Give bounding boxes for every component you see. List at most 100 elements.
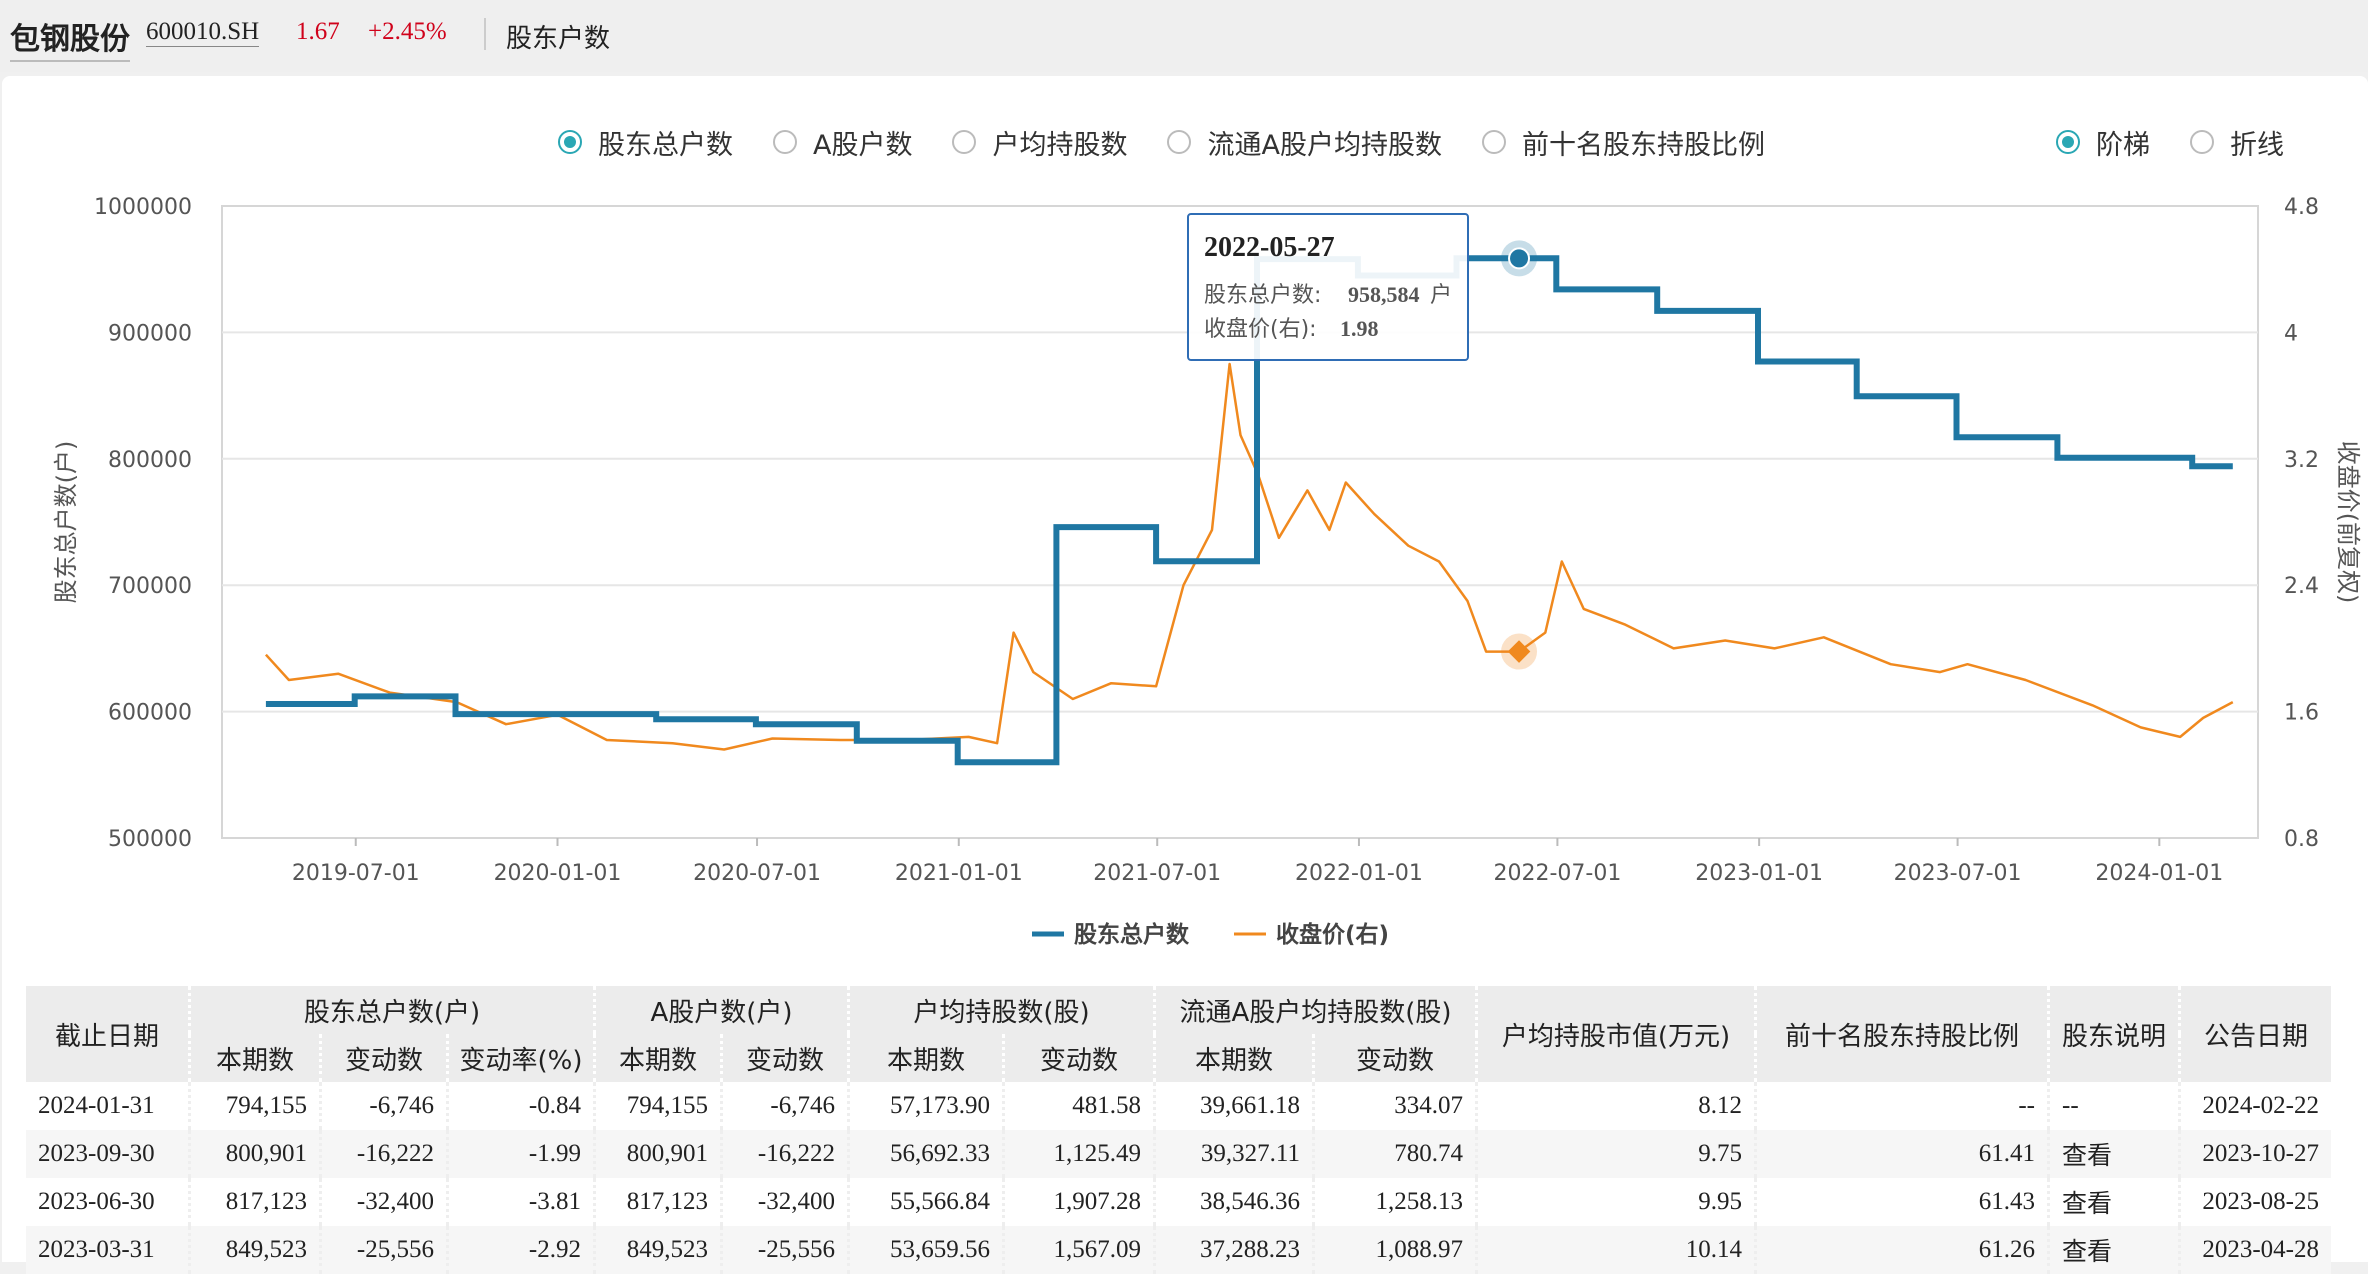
price-series-line bbox=[264, 362, 2234, 751]
table-cell: -2.92 bbox=[446, 1226, 595, 1274]
table-cell: -1.99 bbox=[446, 1130, 595, 1178]
table-cell: -6,746 bbox=[720, 1082, 849, 1130]
table-cell: 2023-03-31 bbox=[26, 1226, 190, 1274]
table-cell: 800,901 bbox=[593, 1130, 722, 1178]
y-tick-label: 800000 bbox=[108, 448, 192, 473]
table-cell: -- bbox=[1754, 1082, 2049, 1130]
sub-header: 变动数 bbox=[1312, 1034, 1477, 1082]
sub-header: 本期数 bbox=[1153, 1034, 1314, 1082]
sub-header: 变动数 bbox=[720, 1034, 849, 1082]
table-cell: 57,173.90 bbox=[847, 1082, 1004, 1130]
table-cell: -25,556 bbox=[319, 1226, 448, 1274]
tooltip-holders-unit: 户 bbox=[1430, 283, 1452, 308]
x-tick-label: 2023-01-01 bbox=[1695, 861, 1823, 886]
table-cell: 1,125.49 bbox=[1002, 1130, 1155, 1178]
table-cell: 8.12 bbox=[1475, 1082, 1756, 1130]
y-tick-label: 500000 bbox=[108, 827, 192, 852]
sub-header: 本期数 bbox=[188, 1034, 321, 1082]
table-cell: 780.74 bbox=[1312, 1130, 1477, 1178]
table-cell[interactable]: 查看 bbox=[2047, 1130, 2180, 1178]
table-cell: 9.75 bbox=[1475, 1130, 1756, 1178]
table-cell: 817,123 bbox=[593, 1178, 722, 1226]
table-cell: 53,659.56 bbox=[847, 1226, 1004, 1274]
table-row: 2023-03-31 849,523 -25,556 -2.92 849,523 -25,… bbox=[26, 1226, 2331, 1274]
y2-tick-label: 1.6 bbox=[2284, 701, 2319, 726]
sub-header: 变动数 bbox=[319, 1034, 448, 1082]
table-cell: 794,155 bbox=[188, 1082, 321, 1130]
table-cell: 38,546.36 bbox=[1153, 1178, 1314, 1226]
table-cell: 61.41 bbox=[1754, 1130, 2049, 1178]
y2-axis-title: 收盘价(前复权) bbox=[2334, 441, 2362, 604]
y2-tick-label: 3.2 bbox=[2284, 448, 2319, 473]
sub-header: 变动率(%) bbox=[446, 1034, 595, 1082]
table-cell: 37,288.23 bbox=[1153, 1226, 1314, 1274]
table-cell: 1,258.13 bbox=[1312, 1178, 1477, 1226]
y-tick-label: 700000 bbox=[108, 574, 192, 599]
table-cell: -6,746 bbox=[319, 1082, 448, 1130]
table-cell: 9.95 bbox=[1475, 1178, 1756, 1226]
table-cell: -16,222 bbox=[319, 1130, 448, 1178]
table-cell: 2023-06-30 bbox=[38, 1188, 155, 1215]
table-cell: 481.58 bbox=[1002, 1082, 1155, 1130]
table-cell: -16,222 bbox=[720, 1130, 849, 1178]
col-header-avg-market-value: 户均持股市值(万元) bbox=[1475, 986, 1756, 1082]
y-axis-title: 股东总户数(户) bbox=[52, 441, 80, 604]
table-cell: 849,523 bbox=[593, 1226, 722, 1274]
table-cell: 39,327.11 bbox=[1153, 1130, 1314, 1178]
table-row: 2023-06-30 817,123 -32,400 -3.81 817,123 -32,… bbox=[26, 1178, 2331, 1226]
sub-header: 本期数 bbox=[847, 1034, 1004, 1082]
x-tick-label: 2024-01-01 bbox=[2095, 861, 2223, 886]
x-tick-label: 2023-07-01 bbox=[1894, 861, 2022, 886]
table-cell: 794,155 bbox=[593, 1082, 722, 1130]
holders-table: 截止日期 股东总户数(户) A股户数(户) 户均持股数(股) 流通A股户均持股数… bbox=[26, 986, 2331, 1274]
x-tick-label: 2020-07-01 bbox=[693, 861, 821, 886]
x-tick-label: 2020-01-01 bbox=[494, 861, 622, 886]
y2-tick-label: 0.8 bbox=[2284, 827, 2319, 852]
table-cell: -- bbox=[2047, 1082, 2180, 1130]
col-header-a-holders: A股户数(户) bbox=[593, 986, 849, 1034]
table-cell: 1,088.97 bbox=[1312, 1226, 1477, 1274]
y2-tick-label: 4 bbox=[2284, 321, 2298, 346]
table-cell: 61.26 bbox=[1754, 1226, 2049, 1274]
table-cell: 2023-08-25 bbox=[2178, 1178, 2331, 1226]
x-tick-label: 2022-07-01 bbox=[1493, 861, 1621, 886]
table-cell: -25,556 bbox=[720, 1226, 849, 1274]
table-cell: 2023-09-30 bbox=[26, 1130, 190, 1178]
table-cell: 817,123 bbox=[188, 1178, 321, 1226]
y2-tick-label: 2.4 bbox=[2284, 574, 2319, 599]
y-tick-label: 600000 bbox=[108, 701, 192, 726]
table-cell: 56,692.33 bbox=[847, 1130, 1004, 1178]
col-header-announce-date: 公告日期 bbox=[2178, 986, 2331, 1082]
col-header-avg-shares: 户均持股数(股) bbox=[847, 986, 1155, 1034]
y-tick-label: 900000 bbox=[108, 321, 192, 346]
table-cell: 10.14 bbox=[1475, 1226, 1756, 1274]
x-tick-label: 2019-07-01 bbox=[292, 861, 420, 886]
tooltip-holders-label: 股东总户数: bbox=[1204, 283, 1321, 308]
table-cell[interactable]: 查看 bbox=[2047, 1178, 2180, 1226]
table-cell: 800,901 bbox=[188, 1130, 321, 1178]
tooltip-price-value: 1.98 bbox=[1340, 316, 1379, 341]
col-header-date: 截止日期 bbox=[26, 986, 190, 1082]
table-cell: 1,907.28 bbox=[1002, 1178, 1155, 1226]
table-cell: 2023-04-28 bbox=[2178, 1226, 2331, 1274]
col-header-top10-ratio: 前十名股东持股比例 bbox=[1754, 986, 2049, 1082]
table-cell: 2024-01-31 bbox=[38, 1092, 155, 1119]
table-cell: 2024-02-22 bbox=[2178, 1082, 2331, 1130]
table-cell: 334.07 bbox=[1312, 1082, 1477, 1130]
table-row: 2024-01-31 794,155 -6,746 -0.84 794,155 -6,74… bbox=[26, 1082, 2331, 1130]
table-cell: -32,400 bbox=[720, 1178, 849, 1226]
table-cell: -0.84 bbox=[446, 1082, 595, 1130]
table-cell: -3.81 bbox=[446, 1178, 595, 1226]
table-cell: 39,661.18 bbox=[1153, 1082, 1314, 1130]
col-header-note: 股东说明 bbox=[2047, 986, 2180, 1082]
x-tick-label: 2021-07-01 bbox=[1093, 861, 1221, 886]
holders-chart: 1000000 900000 800000 700000 600000 500000 4.8… bbox=[52, 195, 2362, 948]
table-cell: 55,566.84 bbox=[847, 1178, 1004, 1226]
table-cell: 1,567.09 bbox=[1002, 1226, 1155, 1274]
holders-hover-marker bbox=[1508, 247, 1531, 270]
table-cell: 61.43 bbox=[1754, 1178, 2049, 1226]
table-cell: -32,400 bbox=[319, 1178, 448, 1226]
legend-price-label: 收盘价(右) bbox=[1276, 921, 1389, 948]
table-cell[interactable]: 查看 bbox=[2047, 1226, 2180, 1274]
tooltip-date: 2022-05-27 bbox=[1204, 232, 1335, 263]
